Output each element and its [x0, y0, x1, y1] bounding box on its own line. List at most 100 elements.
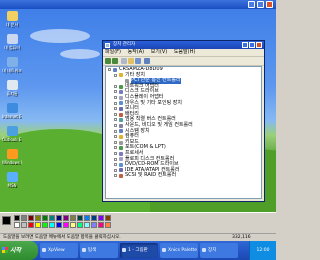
color-swatch[interactable] [91, 215, 97, 221]
recycle-bin-icon [6, 80, 18, 90]
color-swatch[interactable] [98, 215, 104, 221]
device-icon [119, 118, 123, 123]
maximize-button[interactable] [257, 1, 264, 8]
device-icon [119, 90, 123, 95]
color-swatch[interactable] [98, 222, 104, 228]
desktop-icon-msn[interactable]: MSN [2, 172, 22, 188]
color-swatch[interactable] [63, 222, 69, 228]
taskbar-button[interactable]: 탐색 [80, 243, 118, 258]
color-swatch[interactable] [35, 215, 41, 221]
help-icon[interactable] [135, 58, 141, 64]
expand-icon[interactable] [114, 129, 117, 133]
expand-icon[interactable] [114, 163, 117, 167]
expand-icon[interactable] [114, 151, 117, 155]
scan-hardware-icon[interactable] [144, 58, 150, 64]
device-icon [119, 140, 123, 145]
taskbar-button[interactable]: 장치 [200, 243, 238, 258]
expand-icon[interactable] [114, 168, 117, 172]
computer-icon [6, 34, 18, 44]
color-swatch[interactable] [28, 215, 34, 221]
color-swatch[interactable] [14, 222, 20, 228]
desktop-icon-windows-media[interactable]: Windows Media [2, 149, 22, 165]
color-swatch[interactable] [42, 215, 48, 221]
tree-item[interactable]: SCSI 및 RAID 컨트롤러 [106, 173, 261, 179]
color-swatch[interactable] [56, 215, 62, 221]
color-swatch[interactable] [84, 215, 90, 221]
color-swatch[interactable] [42, 222, 48, 228]
desktop-icon-label: MSN [7, 183, 17, 188]
color-swatch[interactable] [105, 215, 111, 221]
taskbar-button-label: Xnics Palette [168, 248, 198, 253]
clock: 12:00 [256, 248, 270, 253]
collapse-icon[interactable] [114, 73, 117, 77]
expand-icon[interactable] [114, 157, 117, 161]
expand-icon[interactable] [114, 95, 117, 99]
properties-icon[interactable] [121, 58, 127, 64]
device-icon [119, 84, 123, 89]
color-swatch[interactable] [49, 222, 55, 228]
desktop-icon-my-computer[interactable]: 내 컴퓨터 [2, 34, 22, 51]
refresh-icon[interactable] [128, 58, 134, 64]
color-swatch[interactable] [70, 215, 76, 221]
color-swatch[interactable] [49, 215, 55, 221]
expand-icon[interactable] [114, 140, 117, 144]
expand-icon[interactable] [114, 174, 117, 178]
desktop-icon-internet-explorer[interactable]: Internet Explorer [2, 103, 22, 119]
menu-view[interactable]: 보기(V) [151, 49, 168, 55]
system-tray: 12:00 [249, 241, 276, 260]
expand-icon[interactable] [114, 118, 117, 122]
desktop-icon-my-network[interactable]: 내 네트워크 [2, 57, 22, 74]
expand-icon[interactable] [114, 123, 117, 127]
desktop-icon-recycle-bin[interactable]: 휴지통 [2, 80, 22, 97]
back-icon[interactable] [105, 58, 111, 64]
desktop-icon-label: Outlook Express [2, 137, 22, 142]
folder-icon [6, 11, 18, 21]
desktop-icon-my-documents[interactable]: 내 문서 [2, 11, 22, 28]
color-swatch[interactable] [21, 222, 27, 228]
desktop-icon-outlook-express[interactable]: Outlook Express [2, 126, 22, 142]
color-swatch[interactable] [77, 215, 83, 221]
windows-logo-icon [2, 247, 8, 253]
taskbar-button[interactable]: 1 - 그림판 [120, 243, 158, 258]
color-swatch[interactable] [56, 222, 62, 228]
expand-icon[interactable] [114, 84, 117, 88]
color-swatch[interactable] [28, 222, 34, 228]
app-icon [202, 248, 206, 252]
msn-icon [6, 172, 18, 182]
mail-icon [6, 126, 18, 136]
taskbar-button-label: 장치 [208, 248, 217, 253]
menu-file[interactable]: 파일(F) [105, 49, 121, 55]
start-button[interactable]: 시작 [0, 241, 38, 260]
taskbar-button[interactable]: XpView [40, 243, 78, 258]
device-tree[interactable]: CRSAMZA-D8D09 기타 장치 PCI 단순 통신 컨트롤러 네트워크 어댑터… [105, 66, 262, 199]
color-swatch[interactable] [21, 215, 27, 221]
app-icon [162, 248, 166, 252]
color-swatch[interactable] [84, 222, 90, 228]
color-swatch[interactable] [91, 222, 97, 228]
device-icon [119, 146, 123, 151]
collapse-icon[interactable] [108, 68, 111, 71]
expand-icon[interactable] [114, 135, 117, 139]
close-button[interactable] [256, 42, 262, 48]
maximize-button[interactable] [249, 42, 255, 48]
color-swatch[interactable] [35, 222, 41, 228]
expand-icon[interactable] [114, 146, 117, 150]
expand-icon[interactable] [114, 107, 117, 111]
expand-icon[interactable] [114, 90, 117, 94]
color-swatch[interactable] [63, 215, 69, 221]
color-swatch[interactable] [105, 222, 111, 228]
expand-icon[interactable] [114, 101, 117, 105]
color-swatch[interactable] [77, 222, 83, 228]
close-button[interactable] [266, 1, 273, 8]
forward-icon[interactable] [112, 58, 118, 64]
minimize-button[interactable] [242, 42, 248, 48]
color-swatch[interactable] [70, 222, 76, 228]
expand-icon[interactable] [114, 112, 117, 116]
color-swatch[interactable] [14, 215, 20, 221]
device-icon [119, 168, 123, 173]
menu-help[interactable]: 도움말(H) [174, 49, 195, 55]
media-player-icon [6, 149, 18, 159]
minimize-button[interactable] [248, 1, 255, 8]
taskbar-button[interactable]: Xnics Palette [160, 243, 198, 258]
menu-action[interactable]: 동작(A) [128, 49, 145, 55]
